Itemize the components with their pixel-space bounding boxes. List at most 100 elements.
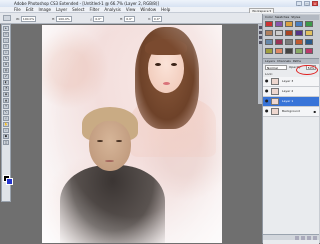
style-swatch[interactable]	[285, 21, 293, 27]
style-swatch[interactable]	[305, 48, 313, 54]
width-label: W:	[16, 17, 20, 21]
menu-file[interactable]: File	[14, 7, 21, 12]
style-swatch[interactable]	[285, 30, 293, 36]
style-swatch[interactable]	[275, 21, 283, 27]
shape-tool-icon[interactable]: ◇	[3, 116, 9, 121]
visibility-eye-icon[interactable]: ●	[265, 109, 269, 113]
layer-thumbnail	[271, 108, 279, 115]
style-swatch[interactable]	[285, 39, 293, 45]
style-swatch[interactable]	[275, 48, 283, 54]
zoom-tool-icon[interactable]: ⌕	[3, 128, 9, 133]
style-swatch[interactable]	[265, 39, 273, 45]
eraser-tool-icon[interactable]: ◐	[3, 80, 9, 85]
style-swatch[interactable]	[285, 48, 293, 54]
screen-mode-icon[interactable]: ◻	[3, 140, 9, 145]
dodge-tool-icon[interactable]: ◉	[3, 92, 9, 97]
visibility-eye-icon[interactable]: ●	[265, 89, 269, 93]
window-title: Adobe Photoshop CS3 Extended - [Untitled…	[14, 1, 159, 6]
gradient-tool-icon[interactable]: ◔	[3, 86, 9, 91]
path-selection-tool-icon[interactable]: ↖	[3, 110, 9, 115]
link-layers-icon[interactable]	[295, 236, 299, 240]
layer-row[interactable]: ● Background ▪	[263, 107, 319, 117]
lasso-tool-icon[interactable]: ◌	[3, 38, 9, 43]
tab-layers[interactable]: Layers	[265, 59, 275, 64]
layer-row[interactable]: ● Layer 1	[263, 97, 319, 107]
menu-layer[interactable]: Layer	[56, 7, 67, 12]
layer-row[interactable]: ● Layer 2	[263, 87, 319, 97]
pen-tool-icon[interactable]: ▲	[3, 98, 9, 103]
style-swatch[interactable]	[295, 39, 303, 45]
tab-paths[interactable]: Paths	[293, 59, 301, 64]
layer-name: Layer 2	[282, 89, 294, 93]
document-canvas[interactable]	[42, 25, 222, 243]
lock-icon: ▪	[313, 109, 316, 114]
type-tool-icon[interactable]: T	[3, 104, 9, 109]
style-swatch[interactable]	[265, 30, 273, 36]
style-swatch[interactable]	[305, 39, 313, 45]
marquee-tool-icon[interactable]: ▭	[3, 32, 9, 37]
style-swatch-grid	[265, 21, 317, 55]
opacity-highlight-annotation	[296, 65, 318, 75]
vskew-field: V: 0.0°	[148, 16, 163, 22]
menu-select[interactable]: Select	[72, 7, 84, 12]
visibility-eye-icon[interactable]: ●	[265, 99, 269, 103]
vskew-input[interactable]: 0.0°	[151, 16, 163, 22]
visibility-eye-icon[interactable]: ●	[265, 79, 269, 83]
trash-icon[interactable]	[313, 236, 317, 240]
style-swatch[interactable]	[265, 21, 273, 27]
layers-footer	[263, 234, 319, 240]
style-swatch[interactable]	[295, 21, 303, 27]
layer-row[interactable]: ● Layer 3	[263, 77, 319, 87]
layers-panel-tabs: Layers Channels Paths	[263, 59, 319, 64]
move-tool-icon[interactable]: ▸	[3, 26, 9, 31]
tab-channels[interactable]: Channels	[277, 59, 291, 64]
close-button[interactable]: ×	[312, 1, 318, 6]
menu-view[interactable]: View	[126, 7, 136, 12]
minimize-button[interactable]: _	[296, 1, 302, 6]
menu-image[interactable]: Image	[38, 7, 51, 12]
layer-name: Background	[282, 109, 300, 113]
history-brush-tool-icon[interactable]: ✐	[3, 74, 9, 79]
blend-mode-select[interactable]: Normal	[265, 65, 287, 70]
style-swatch[interactable]	[275, 39, 283, 45]
menu-analysis[interactable]: Analysis	[104, 7, 120, 12]
menu-edit[interactable]: Edit	[26, 7, 34, 12]
hskew-input[interactable]: 0.0°	[124, 16, 135, 22]
layers-panel: Layers Channels Paths Normal Opacity: 50…	[263, 58, 319, 244]
new-layer-icon[interactable]	[307, 236, 311, 240]
quick-mask-icon[interactable]: ◼	[3, 134, 9, 139]
width-input[interactable]: 100.0%	[20, 16, 37, 22]
style-swatch[interactable]	[305, 21, 313, 27]
menu-filter[interactable]: Filter	[89, 7, 99, 12]
style-swatch[interactable]	[275, 30, 283, 36]
tool-preset-icon[interactable]	[3, 15, 11, 21]
style-swatch[interactable]	[265, 48, 273, 54]
height-label: H:	[52, 17, 56, 21]
height-field: H: 100.0%	[52, 16, 72, 22]
menu-window[interactable]: Window	[140, 7, 156, 12]
tab-color[interactable]: Color	[265, 15, 273, 20]
layer-thumbnail	[271, 98, 279, 105]
rotation-input[interactable]: 0.0°	[93, 16, 104, 22]
layer-style-icon[interactable]	[301, 236, 305, 240]
crop-tool-icon[interactable]: ✂	[3, 44, 9, 49]
tab-swatches[interactable]: Swatches	[275, 15, 289, 20]
menu-help[interactable]: Help	[161, 7, 170, 12]
layer-thumbnail	[271, 78, 279, 85]
hand-tool-icon[interactable]: ✋	[3, 122, 9, 127]
height-input[interactable]: 100.0%	[56, 16, 72, 22]
slice-tool-icon[interactable]: ⌖	[3, 50, 9, 55]
maximize-button[interactable]: □	[304, 1, 310, 6]
style-swatch[interactable]	[305, 30, 313, 36]
brush-tool-icon[interactable]: ⊕	[3, 62, 9, 67]
toolbox: ▸ ▭ ◌ ✂ ⌖ ✎ ⊕ ◍ ✐ ◐ ◔ ◉ ▲ T ↖ ◇ ✋ ⌕ ◼ ◻	[1, 24, 13, 202]
healing-tool-icon[interactable]: ✎	[3, 56, 9, 61]
clone-stamp-tool-icon[interactable]: ◍	[3, 68, 9, 73]
window-controls: _ □ ×	[296, 1, 318, 6]
style-swatch[interactable]	[295, 30, 303, 36]
style-swatch[interactable]	[295, 48, 303, 54]
tab-styles[interactable]: Styles	[291, 15, 300, 20]
styles-panel-tabs: Color Swatches Styles	[263, 15, 319, 20]
background-color-swatch[interactable]	[6, 178, 13, 185]
rotation-icon: △	[90, 17, 93, 21]
